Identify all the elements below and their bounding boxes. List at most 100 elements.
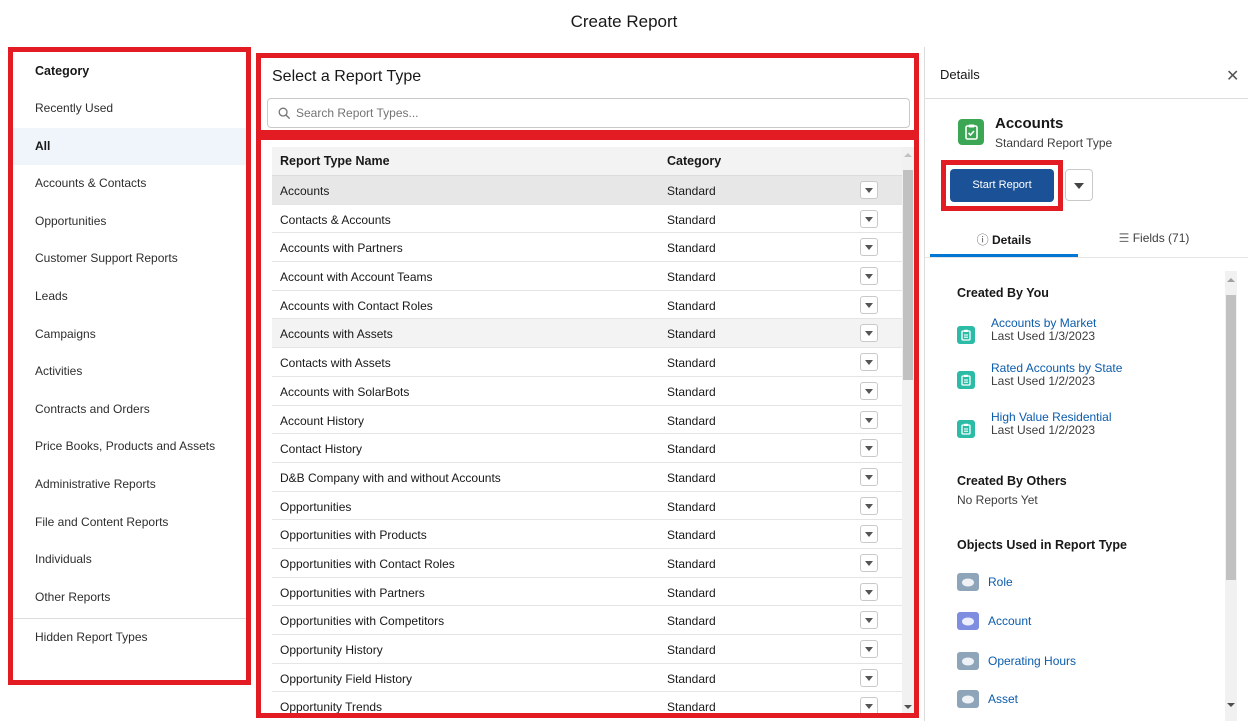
table-scrollbar-thumb[interactable] (903, 170, 913, 380)
tab-fields[interactable]: ☰ Fields (71) (1080, 221, 1228, 257)
report-link[interactable]: Accounts by Market (991, 316, 1096, 330)
table-row[interactable]: Accounts Standard (272, 176, 902, 205)
report-type-name-cell[interactable]: Opportunity Field History (280, 672, 412, 686)
report-type-name-cell[interactable]: Contacts & Accounts (280, 213, 391, 227)
row-action-menu-button[interactable] (860, 353, 878, 372)
category-item[interactable]: Other Reports (13, 579, 246, 617)
row-action-menu-button[interactable] (860, 209, 878, 228)
category-item[interactable]: Leads (13, 278, 246, 316)
row-action-menu-button[interactable] (860, 324, 878, 343)
report-type-name-cell[interactable]: Opportunities with Products (280, 528, 427, 542)
start-report-button[interactable]: Start Report (950, 169, 1054, 202)
start-report-menu-button[interactable] (1065, 169, 1093, 201)
row-action-menu-button[interactable] (860, 582, 878, 601)
category-item[interactable]: Individuals (13, 541, 246, 579)
report-type-name-cell[interactable]: Contacts with Assets (280, 356, 391, 370)
report-type-name-cell[interactable]: Opportunities with Contact Roles (280, 557, 455, 571)
report-type-name-cell[interactable]: Accounts with Contact Roles (280, 299, 433, 313)
search-input[interactable] (296, 99, 896, 127)
category-item[interactable]: Opportunities (13, 203, 246, 241)
object-link[interactable]: Account (988, 614, 1031, 628)
table-row[interactable]: Accounts with Assets Standard (272, 319, 902, 349)
chevron-down-icon (865, 446, 873, 452)
table-row[interactable]: Opportunities with Products Standard (272, 520, 902, 549)
column-header-name[interactable]: Report Type Name (280, 154, 390, 168)
row-action-menu-button[interactable] (860, 410, 878, 429)
table-row[interactable]: Accounts with Contact Roles Standard (272, 291, 902, 320)
table-row[interactable]: Opportunity Field History Standard (272, 664, 902, 693)
hidden-report-types-link[interactable]: Hidden Report Types (13, 619, 246, 655)
created-by-others-title: Created By Others (957, 474, 1067, 488)
category-item[interactable]: Contracts and Orders (13, 391, 246, 429)
report-type-name-cell[interactable]: Accounts with SolarBots (280, 385, 409, 399)
tab-details[interactable]: ⓘ Details (930, 221, 1078, 257)
table-row[interactable]: Accounts with SolarBots Standard (272, 377, 902, 406)
table-row[interactable]: Account History Standard (272, 406, 902, 435)
report-type-name-cell[interactable]: Opportunity Trends (280, 700, 382, 713)
object-link[interactable]: Asset (988, 692, 1018, 706)
report-type-name-cell[interactable]: Account with Account Teams (280, 270, 433, 284)
report-type-name-cell[interactable]: Account History (280, 414, 364, 428)
report-type-name-cell[interactable]: Accounts with Partners (280, 241, 403, 255)
row-action-menu-button[interactable] (860, 553, 878, 572)
category-item[interactable]: Campaigns (13, 316, 246, 354)
row-action-menu-button[interactable] (860, 238, 878, 257)
scroll-down-icon[interactable] (904, 704, 912, 710)
category-item[interactable]: File and Content Reports (13, 504, 246, 542)
table-row[interactable]: Contact History Standard (272, 434, 902, 463)
report-type-name-cell[interactable]: Accounts with Assets (280, 327, 393, 341)
row-action-menu-button[interactable] (860, 467, 878, 486)
report-link[interactable]: Rated Accounts by State (991, 361, 1122, 375)
close-icon[interactable]: ✕ (1226, 66, 1239, 86)
row-action-menu-button[interactable] (860, 668, 878, 687)
table-row[interactable]: Contacts with Assets Standard (272, 348, 902, 377)
row-action-menu-button[interactable] (860, 640, 878, 658)
row-action-menu-button[interactable] (860, 295, 878, 314)
table-row[interactable]: Contacts & Accounts Standard (272, 205, 902, 234)
table-row[interactable]: D&B Company with and without Accounts Sta… (272, 463, 902, 492)
report-link[interactable]: High Value Residential (991, 410, 1112, 424)
category-item[interactable]: Recently Used (13, 90, 246, 128)
row-action-menu-button[interactable] (860, 181, 878, 199)
table-row[interactable]: Opportunities with Partners Standard (272, 578, 902, 607)
category-item[interactable]: Activities (13, 353, 246, 391)
report-type-name-cell[interactable]: Opportunities with Partners (280, 586, 425, 600)
report-type-name-cell[interactable]: Opportunities with Competitors (280, 614, 444, 628)
row-action-menu-button[interactable] (860, 611, 878, 630)
details-scrollbar-thumb[interactable] (1226, 295, 1236, 580)
chevron-down-icon (865, 245, 873, 251)
search-box[interactable] (267, 98, 910, 128)
report-type-name-cell[interactable]: Contact History (280, 442, 362, 456)
details-scroll-down-icon[interactable] (1227, 702, 1235, 708)
category-item[interactable]: Administrative Reports (13, 466, 246, 504)
report-type-name-cell[interactable]: Accounts (280, 184, 329, 198)
table-row[interactable]: Opportunity History Standard (272, 635, 902, 664)
column-header-category[interactable]: Category (667, 154, 721, 168)
report-type-category-cell: Standard (667, 413, 716, 428)
table-header: Report Type Name Category (272, 147, 902, 176)
category-item[interactable]: Price Books, Products and Assets (13, 428, 246, 466)
row-action-menu-button[interactable] (860, 381, 878, 400)
scroll-up-icon[interactable] (904, 152, 912, 158)
table-row[interactable]: Opportunities with Contact Roles Standard (272, 549, 902, 578)
row-action-menu-button[interactable] (860, 267, 878, 286)
report-type-name-cell[interactable]: D&B Company with and without Accounts (280, 471, 501, 485)
category-item[interactable]: Customer Support Reports (13, 240, 246, 278)
table-row[interactable]: Accounts with Partners Standard (272, 233, 902, 263)
category-item[interactable]: All (13, 127, 246, 166)
report-type-name-cell[interactable]: Opportunities (280, 500, 351, 514)
table-row[interactable]: Opportunities with Competitors Standard (272, 606, 902, 635)
row-action-menu-button[interactable] (860, 525, 878, 544)
object-link[interactable]: Operating Hours (988, 654, 1076, 668)
category-item[interactable]: Accounts & Contacts (13, 165, 246, 203)
tab-divider (925, 257, 1248, 258)
table-row[interactable]: Opportunity Trends Standard (272, 692, 902, 713)
object-link[interactable]: Role (988, 575, 1013, 589)
row-action-menu-button[interactable] (860, 439, 878, 458)
row-action-menu-button[interactable] (860, 697, 878, 713)
report-type-name-cell[interactable]: Opportunity History (280, 643, 383, 657)
table-row[interactable]: Account with Account Teams Standard (272, 262, 902, 291)
details-scroll-up-icon[interactable] (1227, 277, 1235, 283)
table-row[interactable]: Opportunities Standard (272, 492, 902, 521)
row-action-menu-button[interactable] (860, 496, 878, 515)
